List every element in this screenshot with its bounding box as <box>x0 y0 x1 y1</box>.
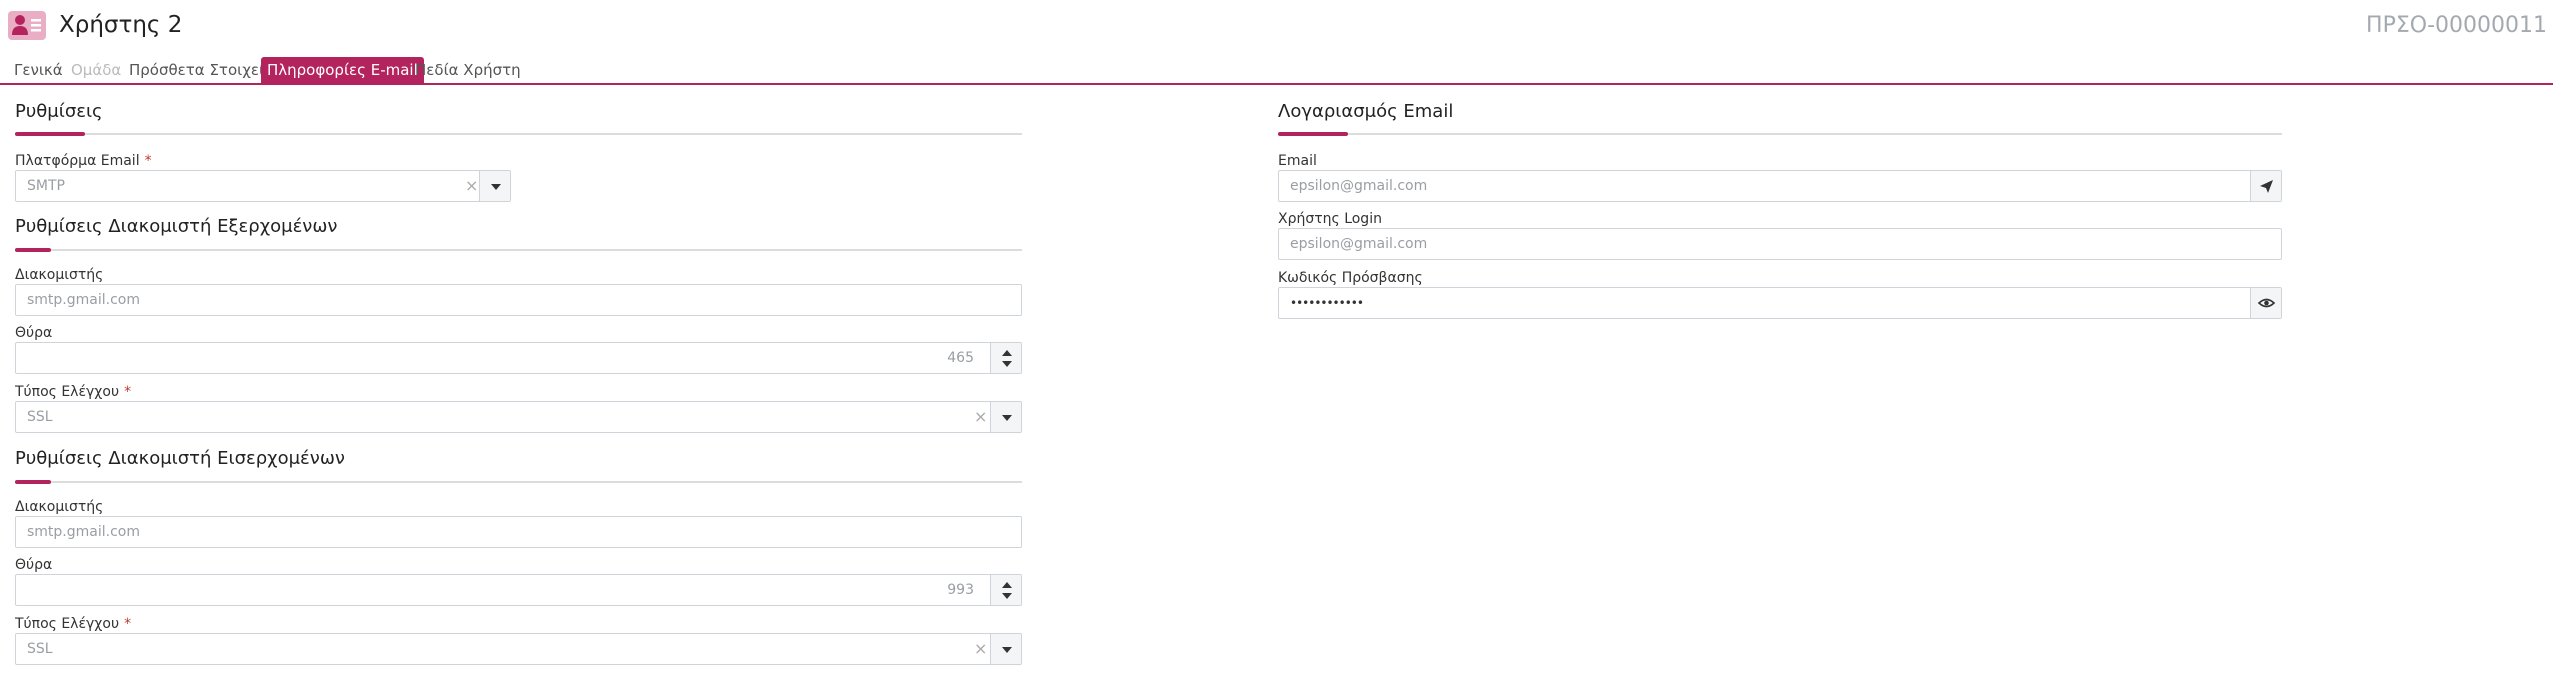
record-code: ΠΡΣΟ-00000011 <box>2366 13 2547 38</box>
outgoing-security-value: SSL <box>27 409 53 425</box>
tab-group: Ομάδα <box>71 61 122 79</box>
incoming-section-title: Ρυθμίσεις Διακομιστή Εισερχομένων <box>15 448 345 469</box>
incoming-server-value: smtp.gmail.com <box>27 524 140 540</box>
user-card-icon <box>8 11 46 40</box>
eye-icon <box>2257 298 2276 308</box>
password-input[interactable]: •••••••••••• <box>1278 287 2282 319</box>
section-divider <box>15 249 1022 251</box>
section-accent <box>1278 132 1348 136</box>
section-divider <box>15 481 1022 483</box>
send-icon <box>2260 180 2273 193</box>
clear-icon[interactable]: × <box>974 402 987 432</box>
email-label: Email <box>1278 153 1317 169</box>
port-spinner[interactable] <box>990 343 1021 373</box>
tab-underline <box>0 83 2553 85</box>
tab-general[interactable]: Γενικά <box>14 57 63 83</box>
login-value: epsilon@gmail.com <box>1290 236 1428 252</box>
clear-icon[interactable]: × <box>465 171 478 201</box>
clear-icon[interactable]: × <box>974 634 987 664</box>
incoming-port-label: Θύρα <box>15 557 53 573</box>
section-accent <box>15 480 51 484</box>
password-label: Κωδικός Πρόσβασης <box>1278 270 1423 286</box>
login-label: Χρήστης Login <box>1278 211 1382 227</box>
outgoing-server-label: Διακομιστής <box>15 267 104 283</box>
incoming-security-select[interactable]: SSL × <box>15 633 1022 665</box>
email-value: epsilon@gmail.com <box>1290 178 1428 194</box>
show-password-button[interactable] <box>2250 288 2281 318</box>
incoming-server-input[interactable]: smtp.gmail.com <box>15 516 1022 548</box>
header-bar: Χρήστης 2 ΠΡΣΟ-00000011 <box>0 0 2553 52</box>
chevron-down-icon <box>1002 647 1012 653</box>
outgoing-server-value: smtp.gmail.com <box>27 292 140 308</box>
email-input[interactable]: epsilon@gmail.com <box>1278 170 2282 202</box>
section-divider <box>15 133 1022 135</box>
send-button[interactable] <box>2250 171 2281 201</box>
increment-icon[interactable] <box>1002 582 1012 588</box>
decrement-icon[interactable] <box>1002 361 1012 367</box>
outgoing-section-title: Ρυθμίσεις Διακομιστή Εξερχομένων <box>15 216 338 237</box>
password-value: •••••••••••• <box>1290 296 1364 310</box>
dropdown-button[interactable] <box>990 402 1021 432</box>
settings-section-title: Ρυθμίσεις <box>15 101 103 122</box>
tab-additional-info[interactable]: Πρόσθετα Στοιχεία <box>129 57 274 83</box>
section-accent <box>15 248 51 252</box>
incoming-security-value: SSL <box>27 641 53 657</box>
outgoing-security-label: Τύπος Ελέγχου * <box>15 384 132 400</box>
dropdown-button[interactable] <box>479 171 510 201</box>
dropdown-button[interactable] <box>990 634 1021 664</box>
page-title: Χρήστης 2 <box>59 12 183 38</box>
platform-value: SMTP <box>27 178 65 194</box>
outgoing-port-value: 465 <box>947 350 974 366</box>
incoming-security-label: Τύπος Ελέγχου * <box>15 616 132 632</box>
platform-label: Πλατφόρμα Email * <box>15 153 152 169</box>
section-accent <box>15 132 85 136</box>
account-section-title: Λογαριασμός Email <box>1278 101 1454 122</box>
chevron-down-icon <box>1002 415 1012 421</box>
outgoing-port-label: Θύρα <box>15 325 53 341</box>
incoming-port-value: 993 <box>947 582 974 598</box>
login-input[interactable]: epsilon@gmail.com <box>1278 228 2282 260</box>
outgoing-security-select[interactable]: SSL × <box>15 401 1022 433</box>
incoming-server-label: Διακομιστής <box>15 499 104 515</box>
chevron-down-icon <box>491 184 501 190</box>
section-divider <box>1278 133 2282 135</box>
decrement-icon[interactable] <box>1002 593 1012 599</box>
increment-icon[interactable] <box>1002 350 1012 356</box>
tab-user-fields[interactable]: Πεδία Χρήστη <box>415 57 521 83</box>
outgoing-port-stepper[interactable]: 465 <box>15 342 1022 374</box>
port-spinner[interactable] <box>990 575 1021 605</box>
platform-select[interactable]: SMTP × <box>15 170 511 202</box>
outgoing-server-input[interactable]: smtp.gmail.com <box>15 284 1022 316</box>
tab-email-info[interactable]: Πληροφορίες E-mail <box>261 57 424 83</box>
incoming-port-stepper[interactable]: 993 <box>15 574 1022 606</box>
